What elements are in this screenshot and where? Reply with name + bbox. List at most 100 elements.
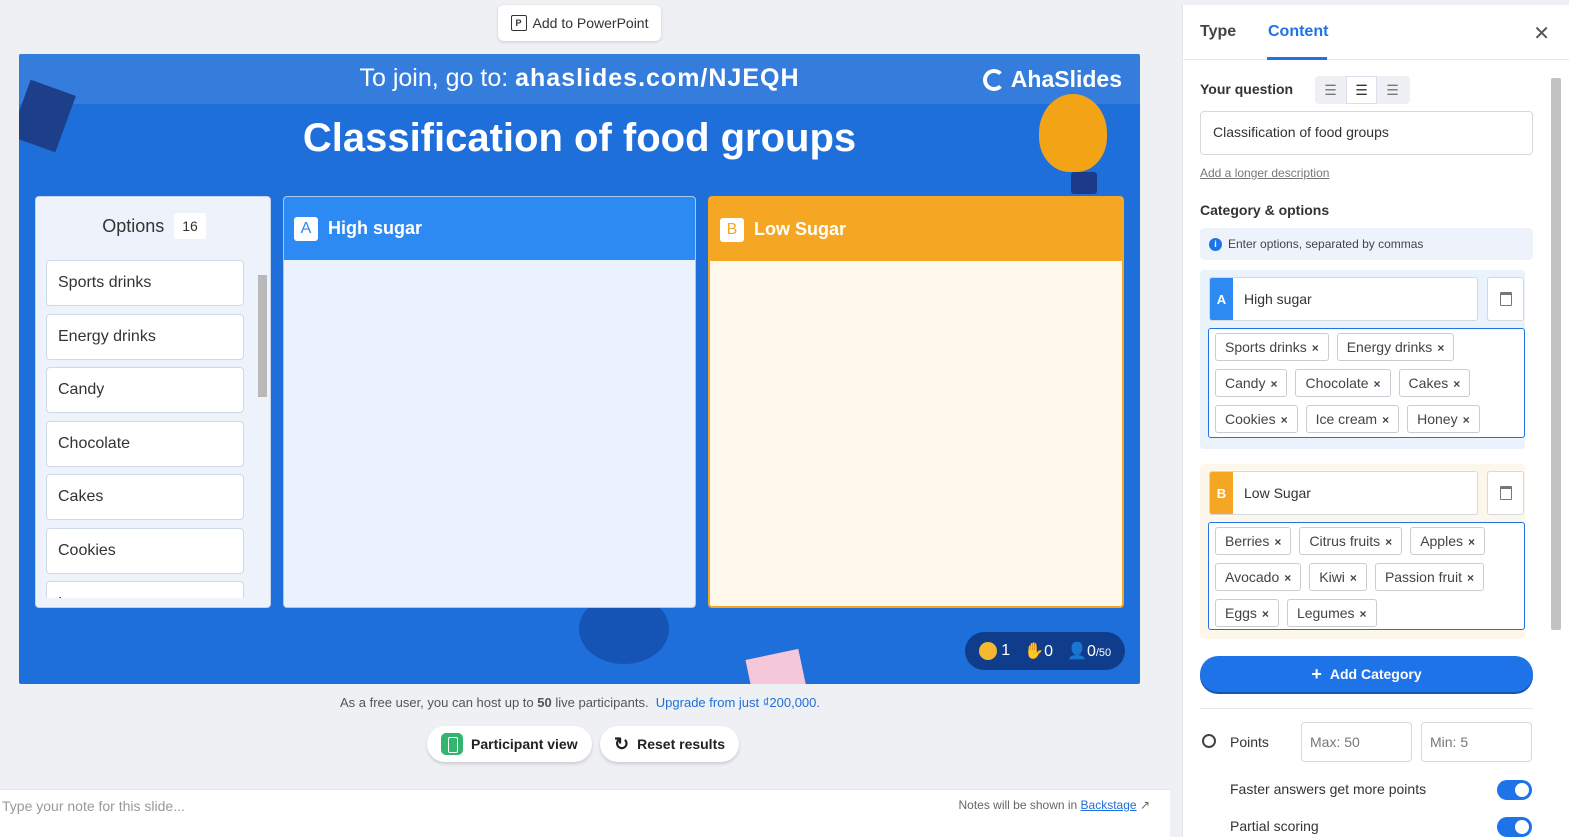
category-b-editor: B Low Sugar Berries × Citrus fruits × Appl… <box>1200 464 1525 639</box>
category-a-tags[interactable]: Sports drinks × Energy drinks × Candy × Cho… <box>1208 328 1525 438</box>
options-label: Options <box>102 215 165 236</box>
plus-icon: + <box>1311 663 1322 684</box>
tab-type[interactable]: Type <box>1200 23 1236 41</box>
option-item[interactable]: Ice cream <box>46 581 244 598</box>
category-b-name-input[interactable]: Low Sugar <box>1233 472 1322 514</box>
align-right-icon[interactable]: ☰ <box>1377 76 1408 104</box>
remove-tag-icon[interactable]: × <box>1467 571 1474 585</box>
align-left-icon[interactable]: ☰ <box>1315 76 1346 104</box>
option-tag-text: Legumes <box>1296 605 1355 621</box>
ppt-label: Add to PowerPoint <box>532 15 649 31</box>
remove-tag-icon[interactable]: × <box>1360 607 1367 621</box>
option-item[interactable]: Energy drinks <box>46 313 244 360</box>
add-category-label: Add Category <box>1329 666 1422 682</box>
option-tag-text: Eggs <box>1225 605 1257 621</box>
free-limit: 50 <box>537 695 552 710</box>
question-input[interactable]: Classification of food groups <box>1200 111 1533 155</box>
remove-tag-icon[interactable]: × <box>1382 413 1389 427</box>
trash-icon <box>1499 292 1512 306</box>
remove-tag-icon[interactable]: × <box>1281 413 1288 427</box>
notes-bar: Type your note for this slide... Notes w… <box>0 789 1170 837</box>
close-icon[interactable]: ✕ <box>1533 21 1550 46</box>
faster-answers-toggle[interactable] <box>1497 780 1532 800</box>
align-center-icon[interactable]: ☰ <box>1346 76 1377 104</box>
remove-tag-icon[interactable]: × <box>1312 341 1319 355</box>
partial-scoring-label: Partial scoring <box>1230 818 1319 834</box>
category-options-label: Category & options <box>1200 202 1330 218</box>
category-b-letter: B <box>720 217 744 242</box>
option-item[interactable]: Chocolate <box>46 420 244 467</box>
category-a-name: High sugar <box>328 218 423 238</box>
category-a-name-field[interactable]: A High sugar <box>1209 277 1478 321</box>
remove-tag-icon[interactable]: × <box>1385 535 1392 549</box>
option-item[interactable]: Sports drinks <box>46 260 244 306</box>
remove-tag-icon[interactable]: × <box>1274 535 1281 549</box>
phone-icon <box>441 733 463 755</box>
reactions-stat: 1 <box>978 641 1010 660</box>
reset-results-button[interactable]: ↻ Reset results <box>600 726 740 762</box>
option-item[interactable]: Candy <box>46 367 244 413</box>
points-min-input[interactable]: Min: 5 <box>1421 722 1532 762</box>
option-tag: Apples × <box>1410 527 1486 555</box>
info-icon: i <box>1209 237 1222 251</box>
live-stats-badge: 1 ✋0 👤0/50 <box>965 632 1125 670</box>
category-b-column[interactable]: B Low Sugar <box>708 196 1124 608</box>
option-tag: Berries × <box>1215 527 1292 555</box>
reaction-emoji-icon <box>978 641 997 660</box>
remove-tag-icon[interactable]: × <box>1270 377 1277 391</box>
panel-scroll-thumb[interactable] <box>1551 78 1561 630</box>
remove-tag-icon[interactable]: × <box>1262 607 1269 621</box>
option-tag: Energy drinks × <box>1336 333 1455 361</box>
option-tag: Ice cream × <box>1305 405 1400 433</box>
reset-results-label: Reset results <box>637 736 726 752</box>
option-tag-text: Ice cream <box>1315 411 1378 427</box>
option-item[interactable]: Cakes <box>46 474 244 520</box>
option-tag-text: Citrus fruits <box>1309 533 1381 549</box>
text-align-group: ☰ ☰ ☰ <box>1315 76 1410 104</box>
option-tag-text: Energy drinks <box>1346 339 1433 355</box>
option-tag-text: Honey <box>1417 411 1458 427</box>
category-b-tags[interactable]: Berries × Citrus fruits × Apples × Avocado ×… <box>1208 522 1525 630</box>
option-item[interactable]: Cookies <box>46 527 244 574</box>
delete-category-b-button[interactable] <box>1487 471 1524 515</box>
add-description-link[interactable]: Add a longer description <box>1200 166 1329 180</box>
notes-input[interactable]: Type your note for this slide... <box>2 798 185 814</box>
option-tag: Cakes × <box>1398 369 1471 397</box>
participants-count: 0 <box>1086 643 1096 660</box>
participants-stat: 👤0/50 <box>1067 641 1111 661</box>
remove-tag-icon[interactable]: × <box>1350 571 1357 585</box>
category-a-name-input[interactable]: High sugar <box>1233 278 1323 320</box>
hands-count: 0 <box>1044 643 1054 660</box>
remove-tag-icon[interactable]: × <box>1437 341 1444 355</box>
option-tag-text: Berries <box>1225 533 1270 549</box>
remove-tag-icon[interactable]: × <box>1453 377 1460 391</box>
backstage-link[interactable]: Backstage <box>1081 798 1137 812</box>
option-tag: Cookies × <box>1215 405 1298 433</box>
notes-hint: Notes will be shown in Backstage ↗ <box>958 798 1150 812</box>
upgrade-link[interactable]: Upgrade from just ₫200,000. <box>656 695 820 710</box>
options-list[interactable]: Sports drinks Energy drinks Candy Chocol… <box>46 260 246 598</box>
partial-scoring-toggle[interactable] <box>1497 817 1532 837</box>
options-scroll-thumb[interactable] <box>258 275 267 397</box>
add-category-button[interactable]: + Add Category <box>1200 656 1533 692</box>
add-to-powerpoint-button[interactable]: P Add to PowerPoint <box>498 5 661 41</box>
category-a-column[interactable]: A High sugar <box>283 196 696 608</box>
delete-category-a-button[interactable] <box>1487 277 1524 321</box>
option-tag: Passion fruit × <box>1374 563 1484 591</box>
active-tab-indicator <box>1267 57 1327 60</box>
join-url: ahaslides.com/NJEQH <box>515 64 800 92</box>
remove-tag-icon[interactable]: × <box>1374 377 1381 391</box>
free-user-notice: As a free user, you can host up to 50 li… <box>0 695 1160 710</box>
award-icon <box>1202 734 1216 748</box>
participant-view-button[interactable]: Participant view <box>427 726 592 762</box>
remove-tag-icon[interactable]: × <box>1468 535 1475 549</box>
category-b-name-field[interactable]: B Low Sugar <box>1209 471 1478 515</box>
trash-icon <box>1499 486 1512 500</box>
option-tag-text: Chocolate <box>1305 375 1369 391</box>
remove-tag-icon[interactable]: × <box>1284 571 1291 585</box>
option-tag: Citrus fruits × <box>1299 527 1403 555</box>
remove-tag-icon[interactable]: × <box>1463 413 1470 427</box>
option-tag-text: Passion fruit <box>1384 569 1462 585</box>
tab-content[interactable]: Content <box>1268 23 1328 41</box>
points-max-input[interactable]: Max: 50 <box>1301 722 1412 762</box>
